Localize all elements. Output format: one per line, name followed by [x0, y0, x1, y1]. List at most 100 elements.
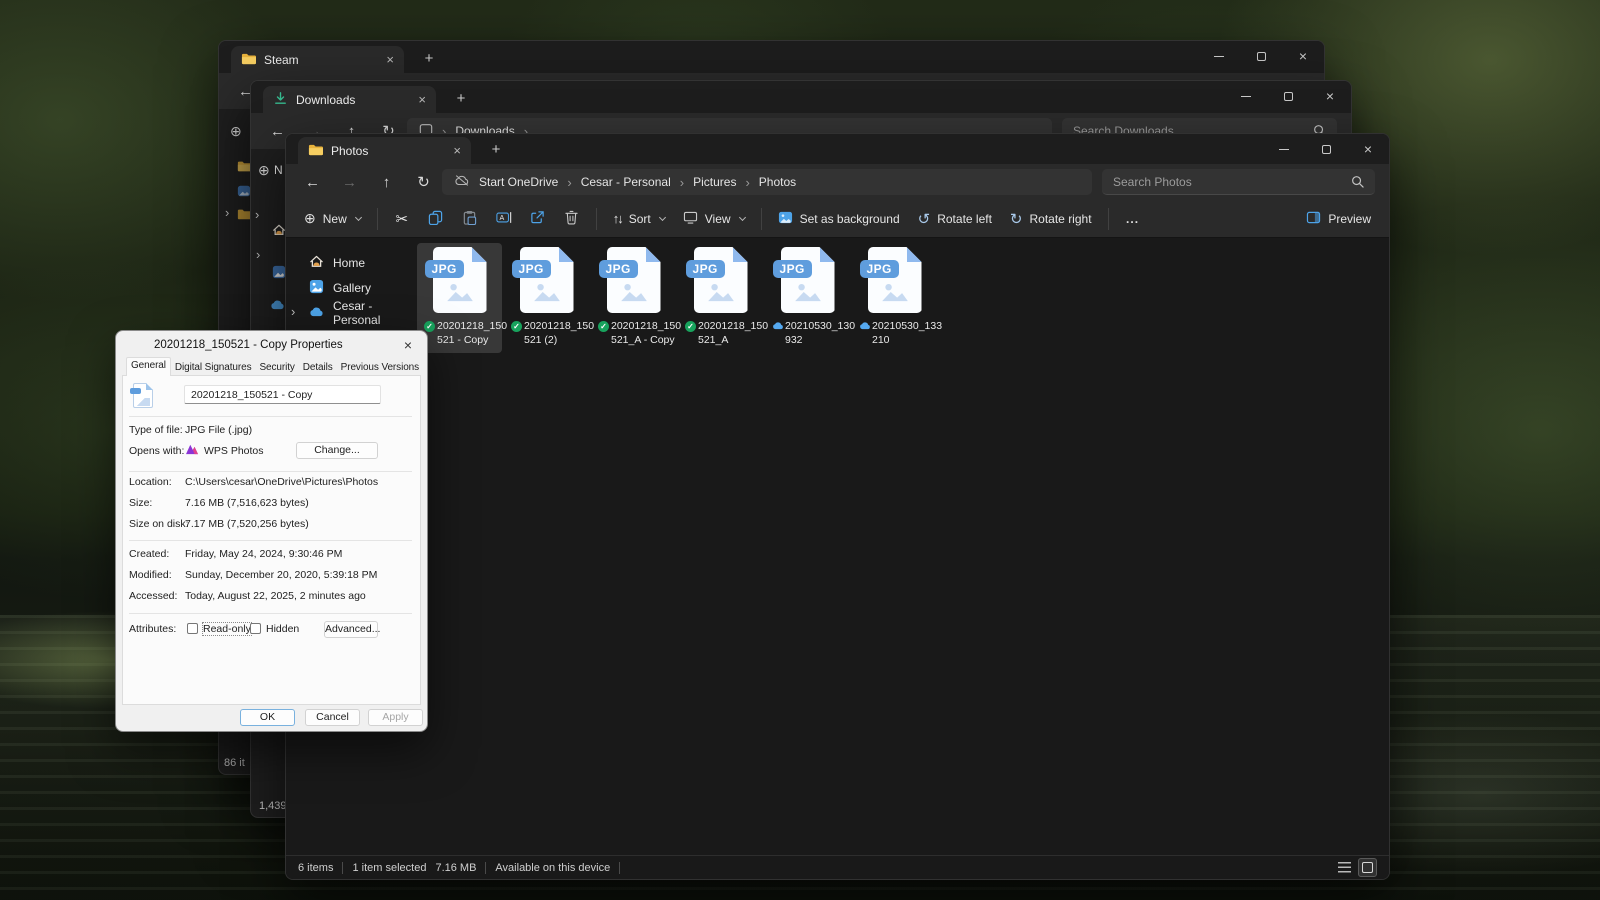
new-tab-button[interactable]: +	[417, 48, 441, 70]
search-input[interactable]: Search Photos	[1102, 169, 1375, 195]
breadcrumb-root[interactable]: Start OneDrive	[479, 175, 558, 189]
photos-tab[interactable]: Photos ×	[298, 137, 471, 164]
minimize-button[interactable]	[1225, 81, 1267, 111]
up-button[interactable]: ↑	[368, 174, 405, 191]
file-page-fold	[646, 247, 661, 262]
change-button[interactable]: Change...	[296, 442, 378, 459]
new-tab-button[interactable]: +	[449, 88, 473, 110]
close-button[interactable]: ×	[1282, 41, 1324, 71]
file-tile[interactable]: JPG 20210530_133 210	[852, 243, 937, 353]
hidden-label[interactable]: Hidden	[266, 623, 299, 635]
minimize-button[interactable]	[1198, 41, 1240, 71]
file-name-input[interactable]	[184, 385, 381, 404]
search-placeholder: Search Photos	[1113, 175, 1192, 189]
tab-security[interactable]: Security	[255, 360, 298, 376]
copy-icon	[428, 210, 443, 228]
sidebar-item-home[interactable]: Home	[286, 250, 413, 275]
chevron-right-icon[interactable]: ›	[255, 207, 259, 222]
preview-button[interactable]: Preview	[1297, 204, 1380, 234]
sort-button[interactable]: ↑↓ Sort	[604, 204, 674, 234]
ok-button[interactable]: OK	[240, 709, 295, 726]
delete-button[interactable]	[555, 204, 589, 234]
downloads-status-text: 1,439	[259, 800, 287, 812]
downloads-tab-bar: Downloads × + ×	[251, 81, 1351, 113]
read-only-label[interactable]: Read-only	[203, 623, 251, 635]
dialog-close-icon[interactable]: ×	[396, 337, 420, 353]
file-tile[interactable]: JPG ✓ 20201218_150 521 (2)	[504, 243, 589, 353]
steam-new-button-icon[interactable]: ⊕	[230, 123, 242, 140]
downloads-new-button-icon[interactable]: ⊕	[258, 162, 270, 179]
chevron-right-icon[interactable]: ›	[291, 304, 295, 319]
steam-tab[interactable]: Steam ×	[231, 46, 404, 73]
thumbnails-view-button[interactable]	[1358, 858, 1377, 877]
rename-button[interactable]: A	[487, 204, 521, 234]
close-tab-icon[interactable]: ×	[453, 144, 461, 157]
jpg-file-icon: JPG	[866, 247, 924, 315]
close-button[interactable]: ×	[1347, 134, 1389, 164]
attributes-label: Attributes:	[129, 623, 176, 635]
cancel-button[interactable]: Cancel	[305, 709, 360, 726]
share-button[interactable]	[521, 204, 555, 234]
breadcrumb-item[interactable]: Cesar - Personal	[581, 175, 671, 189]
close-tab-icon[interactable]: ×	[386, 53, 394, 66]
file-tile[interactable]: JPG ✓ 20201218_150 521_A	[678, 243, 763, 353]
chevron-right-icon[interactable]: ›	[256, 247, 260, 262]
chevron-right-icon[interactable]: ›	[745, 175, 749, 190]
apply-button[interactable]: Apply	[368, 709, 423, 726]
tab-previous-versions[interactable]: Previous Versions	[337, 360, 423, 376]
jpg-file-icon: JPG	[431, 247, 489, 315]
chevron-down-icon	[355, 214, 362, 221]
cut-button[interactable]: ✂	[385, 204, 419, 234]
rotate-left-icon: ↺	[918, 210, 931, 228]
status-divider	[619, 862, 620, 874]
forward-button[interactable]: →	[331, 174, 368, 191]
address-bar[interactable]: Start OneDrive › Cesar - Personal › Pict…	[442, 169, 1092, 195]
refresh-button[interactable]: ↻	[405, 173, 442, 191]
downloads-new-button-label[interactable]: N	[274, 163, 283, 177]
tab-details[interactable]: Details	[299, 360, 337, 376]
view-button[interactable]: View	[674, 204, 754, 234]
tab-digital-signatures[interactable]: Digital Signatures	[171, 360, 256, 376]
downloads-tab[interactable]: Downloads ×	[263, 86, 436, 113]
advanced-button[interactable]: Advanced...	[324, 621, 378, 638]
chevron-right-icon[interactable]: ›	[567, 175, 571, 190]
details-view-icon[interactable]	[1338, 862, 1351, 873]
close-tab-icon[interactable]: ×	[418, 93, 426, 106]
modified-value: Sunday, December 20, 2020, 5:39:18 PM	[185, 569, 377, 581]
jpg-badge: JPG	[773, 260, 812, 278]
file-tile[interactable]: JPG 20210530_130 932	[765, 243, 850, 353]
tab-general[interactable]: General	[126, 357, 171, 376]
set-as-background-button[interactable]: Set as background	[769, 204, 909, 234]
copy-button[interactable]	[419, 204, 453, 234]
chevron-right-icon[interactable]: ›	[225, 205, 229, 220]
new-button[interactable]: ⊕ New	[295, 204, 370, 234]
maximize-button[interactable]	[1305, 134, 1347, 164]
selection-count: 1 item selected	[352, 862, 426, 874]
breadcrumb-item[interactable]: Pictures	[693, 175, 736, 189]
back-button[interactable]: ←	[294, 174, 331, 191]
scissors-icon: ✂	[395, 210, 408, 228]
photos-caption-buttons: ×	[1263, 134, 1389, 164]
hidden-checkbox[interactable]	[250, 623, 261, 634]
file-name-line2: 932	[785, 334, 850, 348]
maximize-button[interactable]	[1267, 81, 1309, 111]
file-tile[interactable]: JPG ✓ 20201218_150 521 - Copy	[417, 243, 502, 353]
maximize-button[interactable]	[1240, 41, 1282, 71]
new-tab-button[interactable]: +	[484, 139, 508, 161]
rotate-left-button[interactable]: ↺ Rotate left	[909, 204, 1001, 234]
see-more-button[interactable]: ...	[1116, 204, 1150, 234]
chevron-right-icon[interactable]: ›	[680, 175, 684, 190]
file-page-fold	[820, 247, 835, 262]
sidebar-item-onedrive[interactable]: › Cesar - Personal	[286, 300, 413, 325]
rotate-right-button[interactable]: ↻ Rotate right	[1001, 204, 1101, 234]
search-icon[interactable]	[1351, 175, 1364, 188]
read-only-checkbox[interactable]	[187, 623, 198, 634]
file-name-line1: 20210530_130	[785, 320, 850, 334]
minimize-button[interactable]	[1263, 134, 1305, 164]
preview-button-label: Preview	[1328, 212, 1371, 226]
file-tile[interactable]: JPG ✓ 20201218_150 521_A - Copy	[591, 243, 676, 353]
close-button[interactable]: ×	[1309, 81, 1351, 111]
breadcrumb-item[interactable]: Photos	[759, 175, 796, 189]
paste-button[interactable]	[453, 204, 487, 234]
sidebar-item-gallery[interactable]: Gallery	[286, 275, 413, 300]
